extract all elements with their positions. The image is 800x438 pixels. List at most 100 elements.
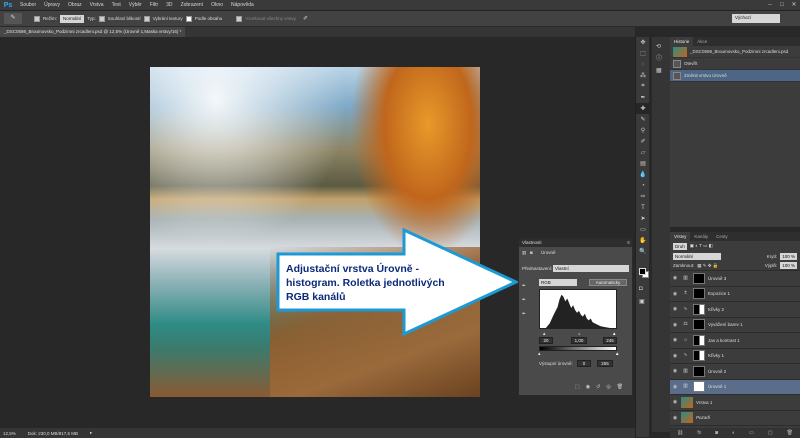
- history-snapshot[interactable]: _DSC0598_Broumovsko_Podzimni zrcadleni.p…: [670, 46, 800, 58]
- close-button[interactable]: ✕: [788, 0, 800, 11]
- crop-tool-icon[interactable]: ⌗: [636, 81, 650, 92]
- trash-icon[interactable]: 🗑: [617, 384, 623, 390]
- screen-mode-icon[interactable]: ▣: [639, 298, 645, 305]
- zoom-level[interactable]: 12,5%: [3, 431, 16, 436]
- layer-row[interactable]: ◉ ▥ Úrovně 2: [670, 364, 800, 380]
- path-selection-tool-icon[interactable]: ➤: [636, 213, 650, 224]
- menu-soubor[interactable]: Soubor: [16, 0, 40, 11]
- new-layer-icon[interactable]: ▢: [768, 430, 773, 436]
- eyedropper-gray-icon[interactable]: ✒: [522, 297, 526, 303]
- input-black-slider[interactable]: ▲: [542, 331, 546, 336]
- quick-select-tool-icon[interactable]: ⁂: [636, 70, 650, 81]
- history-brush-tool-icon[interactable]: ✐: [636, 136, 650, 147]
- layer-mask-thumbnail[interactable]: [693, 365, 705, 377]
- workspace-select[interactable]: Výchozí: [732, 14, 780, 23]
- zoom-tool-icon[interactable]: 🔍: [636, 246, 650, 257]
- type-radio-3[interactable]: [185, 15, 192, 22]
- layer-mask-thumbnail[interactable]: [693, 303, 705, 315]
- layer-mask-thumbnail[interactable]: [693, 319, 705, 331]
- visibility-icon[interactable]: ◎: [606, 384, 610, 390]
- history-item[interactable]: Změnit vrstvu Úrovně: [670, 70, 800, 82]
- brush-size-picker[interactable]: [34, 15, 40, 22]
- history-item[interactable]: Otevřít: [670, 58, 800, 70]
- visibility-eye-icon[interactable]: ◉: [672, 322, 678, 328]
- foreground-color-swatch[interactable]: [639, 268, 646, 275]
- input-gray-slider[interactable]: ▲: [577, 331, 581, 336]
- panel-menu-icon[interactable]: ≡: [627, 239, 630, 247]
- opacity-input[interactable]: 100 %: [780, 252, 797, 260]
- eyedropper-white-icon[interactable]: ✒: [522, 311, 526, 317]
- minimize-button[interactable]: –: [764, 0, 776, 11]
- lasso-tool-icon[interactable]: ◌: [636, 59, 650, 70]
- shape-tool-icon[interactable]: ▭: [636, 224, 650, 235]
- output-black-slider[interactable]: ▲: [537, 351, 541, 356]
- layer-mask-thumbnail[interactable]: [693, 334, 705, 346]
- pen-tool-icon[interactable]: ✑: [636, 191, 650, 202]
- eyedropper-black-icon[interactable]: ✒: [522, 283, 526, 289]
- tab-paths[interactable]: Cesty: [712, 232, 732, 241]
- blur-tool-icon[interactable]: 💧: [636, 169, 650, 180]
- layer-row[interactable]: ◉ ☼ Jas a kontrast 1: [670, 333, 800, 349]
- visibility-eye-icon[interactable]: ◉: [672, 275, 678, 281]
- layer-row[interactable]: ◉ Vrstva 1: [670, 395, 800, 411]
- filter-kind-select[interactable]: Druh: [673, 242, 687, 250]
- menu-okno[interactable]: Okno: [207, 0, 227, 11]
- move-tool-icon[interactable]: ✥: [636, 37, 650, 48]
- type-radio-2[interactable]: [143, 15, 150, 22]
- lock-icons[interactable]: ▦ ✎ ✥ 🔒: [697, 263, 718, 269]
- menu-vrstva[interactable]: Vrstva: [86, 0, 108, 11]
- layer-row[interactable]: ◉ ∿ Křivky 2: [670, 302, 800, 318]
- visibility-eye-icon[interactable]: ◉: [672, 384, 678, 390]
- visibility-eye-icon[interactable]: ◉: [672, 306, 678, 312]
- hand-tool-icon[interactable]: ✋: [636, 235, 650, 246]
- auto-button[interactable]: Automaticky: [589, 279, 627, 286]
- visibility-eye-icon[interactable]: ◉: [672, 415, 678, 421]
- eraser-tool-icon[interactable]: ▱: [636, 147, 650, 158]
- type-radio-1[interactable]: [98, 15, 105, 22]
- input-black-value[interactable]: 20: [539, 337, 553, 344]
- dodge-tool-icon[interactable]: ◔: [636, 180, 650, 191]
- clone-stamp-tool-icon[interactable]: ⚲: [636, 125, 650, 136]
- brush-tool-icon[interactable]: ✎: [636, 114, 650, 125]
- visibility-eye-icon[interactable]: ◉: [672, 337, 678, 343]
- layer-mask-thumbnail[interactable]: [693, 272, 705, 284]
- status-menu-icon[interactable]: ▸: [90, 430, 92, 436]
- swatches-panel-icon[interactable]: ▦: [656, 65, 666, 77]
- tab-channels[interactable]: Kanály: [690, 232, 712, 241]
- menu-obraz[interactable]: Obraz: [64, 0, 86, 11]
- layer-row[interactable]: ◉ ▥ Úrovně 3: [670, 271, 800, 287]
- input-white-value[interactable]: 245: [603, 337, 617, 344]
- pressure-icon[interactable]: ✐: [303, 15, 308, 22]
- menu-zobrazeni[interactable]: Zobrazení: [177, 0, 208, 11]
- fx-icon[interactable]: fx: [697, 430, 701, 436]
- adjustment-icon[interactable]: ◐: [732, 430, 735, 436]
- tab-history[interactable]: Historie: [670, 37, 694, 46]
- layer-mask-thumbnail[interactable]: [693, 350, 705, 362]
- tool-preset-picker[interactable]: ✎: [4, 13, 22, 24]
- document-tab[interactable]: _DSC0598_Broumovsko_Podzimni zrcadleni.p…: [0, 27, 186, 37]
- output-black-value[interactable]: 0: [577, 360, 591, 367]
- layer-row[interactable]: ◉ ± Expozice 1: [670, 287, 800, 302]
- layer-row[interactable]: ◉ ▥ Úrovně 1: [670, 379, 800, 395]
- quick-mask-icon[interactable]: ◘: [639, 286, 643, 292]
- history-panel-icon[interactable]: ⟲: [656, 41, 666, 53]
- preset-select[interactable]: Vlastní: [553, 265, 629, 272]
- reset-icon[interactable]: ↺: [596, 384, 600, 390]
- sample-all-checkbox[interactable]: [236, 15, 243, 22]
- layer-row[interactable]: ◉ ⚖ Vyvážení barev 1: [670, 318, 800, 333]
- healing-brush-tool-icon[interactable]: ✚: [636, 103, 650, 114]
- layer-mask-thumbnail[interactable]: [693, 288, 705, 300]
- marquee-tool-icon[interactable]: ⬚: [636, 48, 650, 59]
- visibility-eye-icon[interactable]: ◉: [672, 291, 678, 297]
- maximize-button[interactable]: □: [776, 0, 788, 11]
- mode-select[interactable]: Normální: [60, 14, 85, 23]
- menu-napoveda[interactable]: Nápověda: [227, 0, 258, 11]
- gradient-tool-icon[interactable]: ▤: [636, 158, 650, 169]
- input-white-slider[interactable]: ▲: [612, 331, 616, 336]
- group-icon[interactable]: ▭: [749, 430, 754, 436]
- clip-to-layer-icon[interactable]: ⬚: [575, 384, 580, 390]
- input-gamma-value[interactable]: 1,00: [571, 337, 587, 344]
- type-tool-icon[interactable]: T: [636, 202, 650, 213]
- properties-panel-icon[interactable]: ⓘ: [656, 53, 666, 65]
- visibility-eye-icon[interactable]: ◉: [672, 368, 678, 374]
